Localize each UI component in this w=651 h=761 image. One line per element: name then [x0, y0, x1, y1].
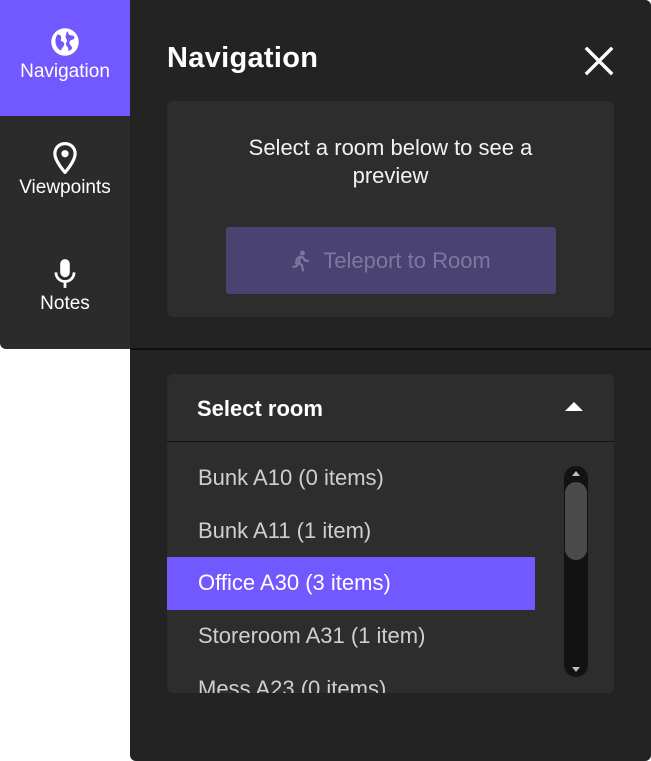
room-option[interactable]: Mess A23 (0 items): [167, 663, 535, 693]
room-option[interactable]: Bunk A11 (1 item): [167, 505, 535, 558]
tab-label: Viewpoints: [19, 177, 111, 198]
scroll-thumb[interactable]: [565, 482, 587, 560]
globe-icon: [50, 26, 80, 58]
teleport-label: Teleport to Room: [323, 247, 491, 273]
room-option-selected[interactable]: Office A30 (3 items): [167, 557, 535, 610]
room-option[interactable]: Storeroom A31 (1 item): [167, 610, 535, 663]
tab-rail: Navigation Viewpoints Notes: [0, 0, 130, 349]
tab-navigation[interactable]: Navigation: [0, 0, 130, 116]
microphone-icon: [52, 258, 78, 290]
room-option[interactable]: Bunk A10 (0 items): [167, 452, 535, 505]
scroll-up-icon[interactable]: [572, 471, 580, 476]
chevron-up-icon: [565, 402, 583, 411]
tab-viewpoints[interactable]: Viewpoints: [0, 116, 130, 232]
close-icon[interactable]: [582, 44, 616, 78]
panel-title: Navigation: [167, 42, 319, 74]
room-select-label: Select room: [197, 396, 323, 421]
list-scrollbar[interactable]: [564, 466, 588, 677]
tab-notes[interactable]: Notes: [0, 232, 130, 348]
location-pin-icon: [52, 142, 78, 174]
room-select: Select room Bunk A10 (0 items) Bunk A11 …: [167, 374, 614, 693]
teleport-button[interactable]: Teleport to Room: [226, 227, 556, 294]
preview-hint: Select a room below to see a preview: [248, 135, 533, 188]
tab-label: Notes: [40, 293, 90, 314]
navigation-panel: Navigation Select a room below to see a …: [130, 0, 651, 761]
panel-header-section: Navigation Select a room below to see a …: [130, 0, 651, 350]
room-preview: Select a room below to see a preview Tel…: [167, 101, 614, 317]
scroll-down-icon[interactable]: [572, 667, 580, 672]
room-select-toggle[interactable]: Select room: [167, 374, 614, 442]
walking-person-icon: [291, 250, 311, 272]
room-list: Bunk A10 (0 items) Bunk A11 (1 item) Off…: [167, 442, 614, 693]
tab-label: Navigation: [20, 61, 110, 82]
